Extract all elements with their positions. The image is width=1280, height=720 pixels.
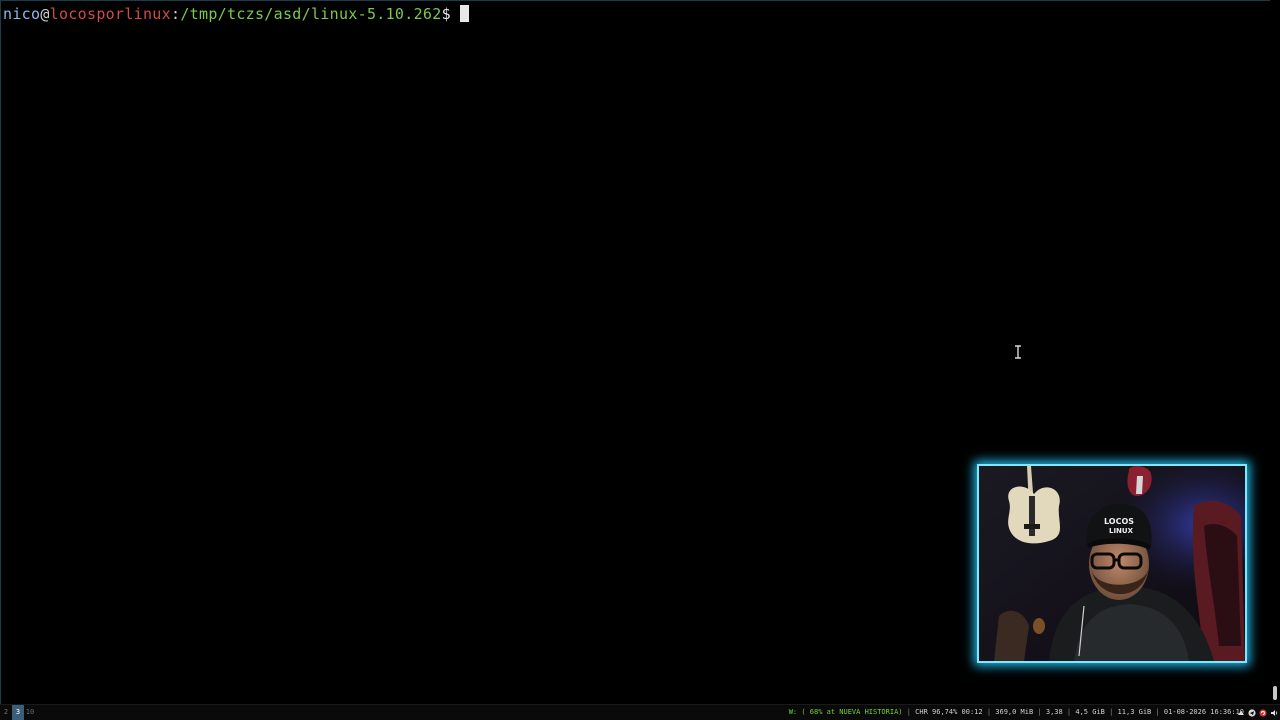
memory-status: 369,0 MiB xyxy=(995,708,1034,716)
svg-text:LINUX: LINUX xyxy=(1109,527,1134,535)
clock: 01-08-2026 16:36:10 xyxy=(1163,708,1244,716)
text-cursor xyxy=(459,5,469,22)
system-tray xyxy=(1237,707,1278,719)
prompt-at: @ xyxy=(40,5,50,23)
scrollbar-thumb[interactable] xyxy=(1273,686,1277,700)
workspace-button-active[interactable]: 3 xyxy=(12,705,24,720)
update-icon[interactable] xyxy=(1259,709,1267,717)
ram-status: 11,3 GiB xyxy=(1117,708,1152,716)
prompt-colon: : xyxy=(170,5,181,23)
volume-icon[interactable] xyxy=(1270,709,1278,717)
ibeam-cursor-icon xyxy=(1015,345,1021,359)
disk-status: 4,5 GiB xyxy=(1075,708,1105,716)
battery-status: CHR 96,74% 00:12 xyxy=(915,708,983,716)
wifi-status: W: ( 68% at NUEVA HISTORIA) xyxy=(788,708,903,716)
terminal-scrollbar[interactable] xyxy=(1270,0,1280,704)
telegram-icon[interactable] xyxy=(1248,709,1256,717)
workspace-button[interactable]: 10 xyxy=(24,705,36,720)
workspace-button[interactable]: 2 xyxy=(0,705,12,720)
webcam-overlay: LOCOS LINUX xyxy=(977,464,1247,663)
prompt-line[interactable]: nico@locosporlinux:/tmp/tczs/asd/linux-5… xyxy=(3,5,469,23)
prompt-path: /tmp/tczs/asd/linux-5.10.262 xyxy=(180,5,442,23)
prompt-user: nico xyxy=(3,5,41,23)
prompt-host: locosporlinux xyxy=(49,5,171,23)
network-icon[interactable] xyxy=(1237,709,1245,717)
webcam-feed: LOCOS LINUX xyxy=(979,466,1245,661)
desktop: nico@locosporlinux:/tmp/tczs/asd/linux-5… xyxy=(0,0,1280,720)
prompt-dollar: $ xyxy=(441,5,451,23)
status-bar: 2 3 10 W: ( 68% at NUEVA HISTORIA) | CHR… xyxy=(0,704,1280,720)
workspace-switcher: 2 3 10 xyxy=(0,705,36,720)
load-status: 3,38 xyxy=(1045,708,1063,716)
cap-logo: LOCOS xyxy=(1104,517,1134,526)
status-blocks: W: ( 68% at NUEVA HISTORIA) | CHR 96,74%… xyxy=(789,705,1244,720)
